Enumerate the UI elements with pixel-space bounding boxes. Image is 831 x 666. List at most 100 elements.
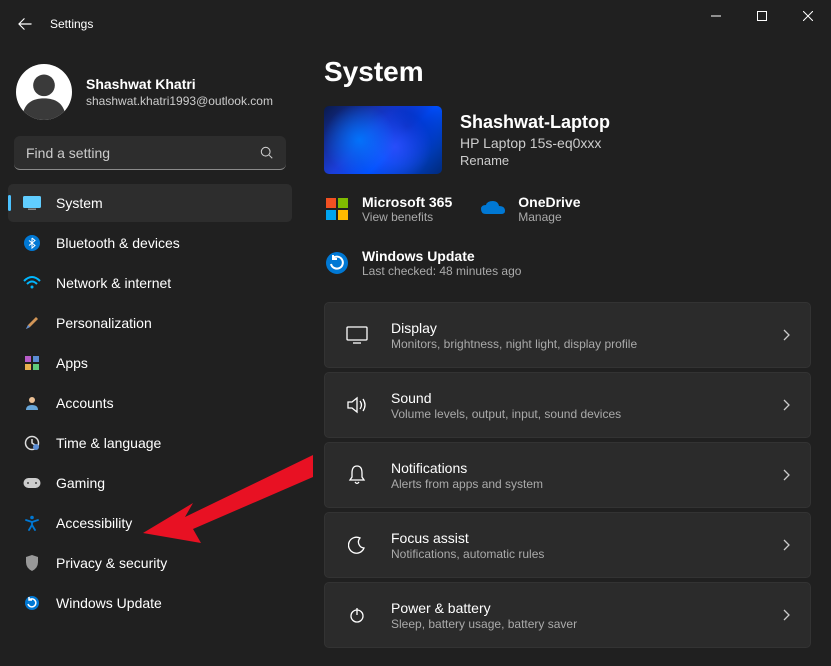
bluetooth-icon [22,233,42,253]
setting-title: Display [391,320,637,336]
setting-sub: Alerts from apps and system [391,477,543,491]
display-icon [345,326,369,344]
sidebar-item-label: Windows Update [56,595,162,611]
sidebar-item-gaming[interactable]: Gaming [8,464,292,502]
close-icon [803,11,813,21]
person-icon [18,68,70,120]
window-controls [693,0,831,32]
back-button[interactable] [18,17,32,31]
sidebar-item-apps[interactable]: Apps [8,344,292,382]
onedrive-icon [480,196,506,222]
quicklink-title: Windows Update [362,248,521,264]
sidebar-item-label: Privacy & security [56,555,167,571]
main-content: System Shashwat-Laptop HP Laptop 15s-eq0… [300,48,831,666]
sidebar-item-label: Time & language [56,435,161,451]
sidebar-item-time[interactable]: Time & language [8,424,292,462]
quicklink-sub: Manage [518,210,580,224]
sidebar-item-privacy[interactable]: Privacy & security [8,544,292,582]
moon-icon [345,536,369,554]
maximize-button[interactable] [739,0,785,32]
setting-title: Notifications [391,460,543,476]
sidebar-item-label: Network & internet [56,275,171,291]
rename-link[interactable]: Rename [460,153,610,168]
setting-focus-assist[interactable]: Focus assist Notifications, automatic ru… [324,512,811,578]
quick-links: Microsoft 365 View benefits OneDrive Man… [324,194,811,278]
shield-icon [22,553,42,573]
setting-sub: Sleep, battery usage, battery saver [391,617,577,631]
chevron-right-icon [782,609,790,621]
apps-icon [22,353,42,373]
maximize-icon [757,11,767,21]
page-title: System [324,56,811,88]
search-input[interactable] [26,145,260,161]
quicklink-title: Microsoft 365 [362,194,452,210]
setting-sub: Notifications, automatic rules [391,547,544,561]
device-wallpaper [324,106,442,174]
window-title: Settings [50,17,93,31]
quicklink-title: OneDrive [518,194,580,210]
power-icon [345,606,369,624]
gaming-icon [22,473,42,493]
back-arrow-icon [18,17,32,31]
search-icon [260,146,274,160]
sidebar-item-accessibility[interactable]: Accessibility [8,504,292,542]
paintbrush-icon [22,313,42,333]
clock-icon [22,433,42,453]
close-button[interactable] [785,0,831,32]
profile-section[interactable]: Shashwat Khatri shashwat.khatri1993@outl… [0,56,300,136]
quicklink-onedrive[interactable]: OneDrive Manage [480,194,580,224]
device-model: HP Laptop 15s-eq0xxx [460,135,610,151]
sidebar-item-personalization[interactable]: Personalization [8,304,292,342]
sidebar: Shashwat Khatri shashwat.khatri1993@outl… [0,48,300,666]
accessibility-icon [22,513,42,533]
sidebar-item-update[interactable]: Windows Update [8,584,292,622]
windows-update-icon [324,250,350,276]
sound-icon [345,396,369,414]
device-name: Shashwat-Laptop [460,112,610,133]
sidebar-item-system[interactable]: System [8,184,292,222]
quicklink-update[interactable]: Windows Update Last checked: 48 minutes … [324,248,811,278]
setting-display[interactable]: Display Monitors, brightness, night ligh… [324,302,811,368]
sidebar-item-network[interactable]: Network & internet [8,264,292,302]
setting-power[interactable]: Power & battery Sleep, battery usage, ba… [324,582,811,648]
quicklink-sub: View benefits [362,210,452,224]
quicklink-sub: Last checked: 48 minutes ago [362,264,521,278]
sidebar-item-label: Accessibility [56,515,132,531]
setting-title: Power & battery [391,600,577,616]
sidebar-item-label: Gaming [56,475,105,491]
sidebar-item-accounts[interactable]: Accounts [8,384,292,422]
sidebar-item-label: Bluetooth & devices [56,235,180,251]
device-section: Shashwat-Laptop HP Laptop 15s-eq0xxx Ren… [324,106,811,174]
setting-notifications[interactable]: Notifications Alerts from apps and syste… [324,442,811,508]
setting-sub: Monitors, brightness, night light, displ… [391,337,637,351]
nav-list: System Bluetooth & devices Network & int… [0,184,300,622]
setting-sub: Volume levels, output, input, sound devi… [391,407,621,421]
sidebar-item-label: System [56,195,103,211]
sidebar-item-bluetooth[interactable]: Bluetooth & devices [8,224,292,262]
sidebar-item-label: Accounts [56,395,114,411]
profile-name: Shashwat Khatri [86,76,273,92]
update-icon [22,593,42,613]
microsoft-365-icon [324,196,350,222]
setting-title: Focus assist [391,530,544,546]
accounts-icon [22,393,42,413]
chevron-right-icon [782,399,790,411]
chevron-right-icon [782,329,790,341]
avatar [16,64,72,120]
profile-email: shashwat.khatri1993@outlook.com [86,94,273,108]
minimize-button[interactable] [693,0,739,32]
quicklink-m365[interactable]: Microsoft 365 View benefits [324,194,452,224]
chevron-right-icon [782,469,790,481]
titlebar: Settings [0,0,831,48]
bell-icon [345,465,369,485]
setting-title: Sound [391,390,621,406]
minimize-icon [711,11,721,21]
wifi-icon [22,273,42,293]
sidebar-item-label: Personalization [56,315,152,331]
settings-list: Display Monitors, brightness, night ligh… [324,302,811,648]
sidebar-item-label: Apps [56,355,88,371]
search-box[interactable] [14,136,286,170]
chevron-right-icon [782,539,790,551]
setting-sound[interactable]: Sound Volume levels, output, input, soun… [324,372,811,438]
system-icon [22,193,42,213]
